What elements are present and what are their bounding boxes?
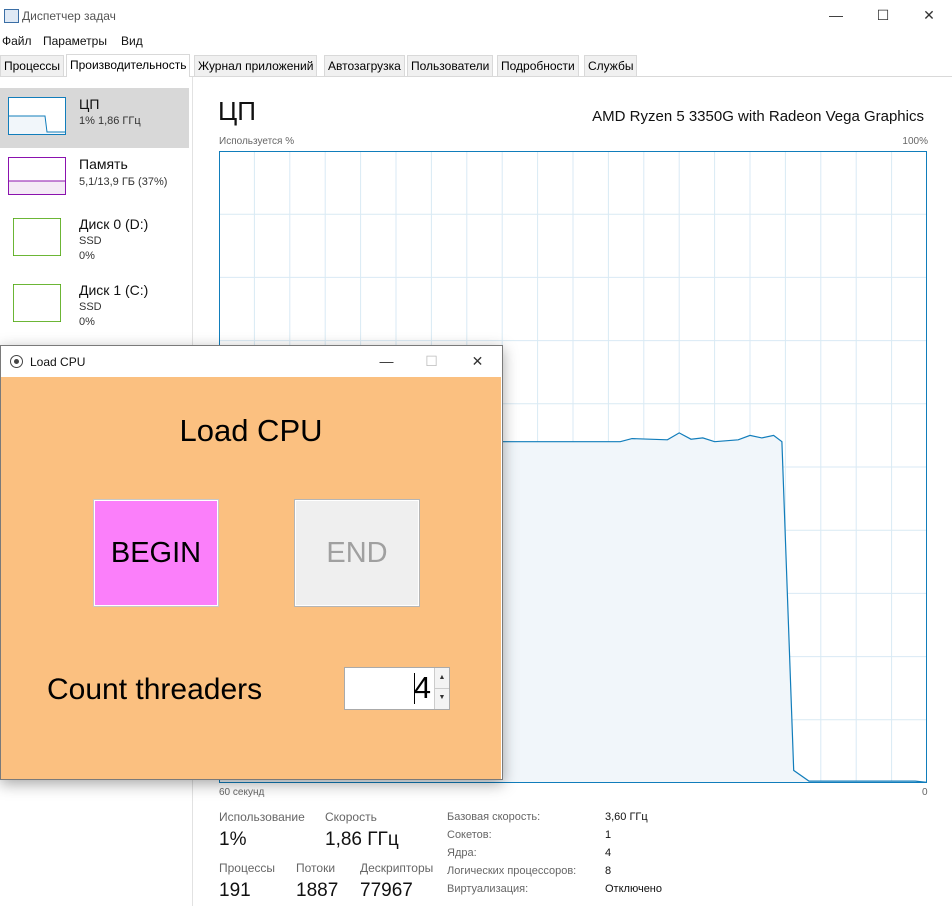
title-bar: Диспетчер задач — ☐ ✕ [0, 0, 952, 32]
sidebar-item-memory-sub: 5,1/13,9 ГБ (37%) [79, 176, 168, 188]
sidebar-item-memory-title: Память [79, 156, 128, 172]
minimize-icon[interactable]: — [813, 0, 859, 32]
detail-value: 4 [605, 847, 612, 859]
utilization-value: 1% [219, 829, 247, 850]
sidebar-item-cpu-title: ЦП [79, 96, 100, 112]
sidebar-item-disk1-type: SSD [79, 301, 102, 313]
detail-label: Базовая скорость: [447, 811, 541, 823]
task-manager-icon [4, 9, 19, 23]
sidebar-item-cpu[interactable]: ЦП 1% 1,86 ГГц [0, 88, 189, 148]
menu-file[interactable]: Файл [2, 34, 32, 48]
tab-details[interactable]: Подробности [497, 55, 579, 76]
memory-thumbnail [8, 157, 66, 195]
tab-startup[interactable]: Автозагрузка [324, 55, 405, 76]
handles-label: Дескрипторы [360, 861, 434, 875]
sidebar-item-disk0-title: Диск 0 (D:) [79, 216, 149, 232]
stepper-buttons: ▲ ▼ [434, 668, 449, 709]
sidebar-item-disk0-usage: 0% [79, 250, 95, 262]
thread-count-stepper[interactable]: 4 ▲ ▼ [344, 667, 450, 710]
spin-up-icon[interactable]: ▲ [435, 668, 449, 689]
load-cpu-app-icon [10, 355, 23, 368]
sidebar-item-disk0-type: SSD [79, 235, 102, 247]
graph-y-label: Используется % [219, 136, 295, 147]
tab-bar: Процессы Производительность Журнал прило… [0, 54, 952, 77]
graph-x-left-label: 60 секунд [219, 787, 265, 798]
load-cpu-title: Load CPU [30, 355, 86, 369]
sidebar-item-cpu-sub: 1% 1,86 ГГц [79, 115, 141, 127]
sidebar-item-disk1[interactable]: Диск 1 (C:) SSD 0% [0, 274, 189, 334]
detail-value: 3,60 ГГц [605, 811, 648, 823]
maximize-icon: ☐ [425, 353, 438, 369]
thread-count-value[interactable]: 4 [414, 670, 431, 706]
detail-value: Отключено [605, 883, 662, 895]
tab-processes[interactable]: Процессы [0, 55, 65, 76]
threads-label: Потоки [296, 861, 336, 875]
processes-value: 191 [219, 880, 251, 901]
minimize-icon[interactable]: — [364, 346, 409, 377]
load-cpu-heading: Load CPU [179, 413, 323, 448]
load-cpu-body: Load CPU BEGIN END Count threaders 4 ▲ ▼ [1, 377, 501, 779]
detail-label: Ядра: [447, 847, 477, 859]
sidebar-item-disk1-usage: 0% [79, 316, 95, 328]
cpu-thumbnail [8, 97, 66, 135]
end-button[interactable]: END [294, 499, 420, 607]
maximize-icon[interactable]: ☐ [860, 0, 906, 32]
graph-y-max-label: 100% [902, 136, 928, 147]
close-icon[interactable]: ✕ [455, 346, 500, 377]
tab-services[interactable]: Службы [584, 55, 638, 76]
handles-value: 77967 [360, 880, 413, 901]
window-title: Диспетчер задач [22, 9, 116, 23]
threads-value: 1887 [296, 880, 339, 901]
detail-label: Виртуализация: [447, 883, 529, 895]
tab-performance[interactable]: Производительность [66, 54, 191, 77]
speed-label: Скорость [325, 810, 377, 824]
detail-value: 1 [605, 829, 612, 841]
count-threaders-label: Count threaders [47, 673, 263, 706]
detail-value: 8 [605, 865, 612, 877]
disk0-thumbnail [8, 218, 66, 256]
sidebar-item-disk0[interactable]: Диск 0 (D:) SSD 0% [0, 208, 189, 268]
utilization-label: Использование [219, 810, 305, 824]
cpu-model: AMD Ryzen 5 3350G with Radeon Vega Graph… [592, 108, 924, 125]
speed-value: 1,86 ГГц [325, 829, 399, 850]
spin-down-icon[interactable]: ▼ [435, 688, 449, 708]
close-icon[interactable]: ✕ [906, 0, 952, 32]
load-cpu-titlebar[interactable]: Load CPU — ☐ ✕ [1, 346, 502, 377]
disk1-thumbnail [8, 284, 66, 322]
load-cpu-window: Load CPU — ☐ ✕ Load CPU BEGIN END Count … [0, 345, 503, 780]
sidebar-item-disk1-title: Диск 1 (C:) [79, 282, 149, 298]
page-title: ЦП [218, 96, 256, 126]
sidebar-item-memory[interactable]: Память 5,1/13,9 ГБ (37%) [0, 148, 189, 208]
tab-users[interactable]: Пользователи [407, 55, 494, 76]
begin-button[interactable]: BEGIN [93, 499, 219, 607]
processes-label: Процессы [219, 861, 276, 875]
menu-options[interactable]: Параметры [43, 34, 107, 48]
menu-view[interactable]: Вид [121, 34, 143, 48]
tab-app-history[interactable]: Журнал приложений [194, 55, 318, 76]
detail-label: Логических процессоров: [447, 865, 577, 877]
detail-label: Сокетов: [447, 829, 492, 841]
graph-x-right-label: 0 [922, 787, 928, 798]
